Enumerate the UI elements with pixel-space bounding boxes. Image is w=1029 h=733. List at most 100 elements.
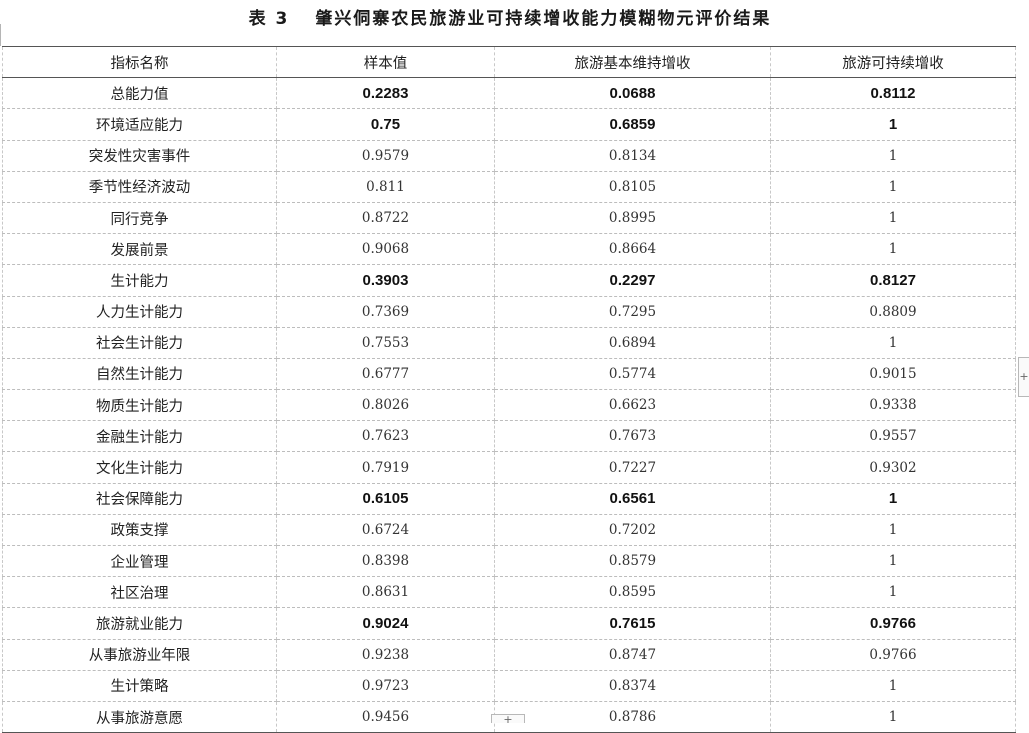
- basic-maintenance-cell: 0.6623: [494, 389, 771, 422]
- table-row: 季节性经济波动 0.811 0.8105 1: [2, 170, 1016, 203]
- sustainable-increase-cell: 0.9338: [770, 389, 1016, 422]
- header-sustainable-increase: 旅游可持续增收: [770, 45, 1016, 79]
- indicator-name-cell: 季节性经济波动: [2, 170, 277, 203]
- sample-value-cell: 0.7369: [276, 295, 495, 328]
- indicator-name-cell: 企业管理: [2, 544, 277, 578]
- indicator-name-cell: 突发性灾害事件: [2, 139, 277, 172]
- sample-value-cell: 0.8722: [276, 201, 495, 235]
- sample-value-cell: 0.8026: [276, 389, 495, 422]
- sample-value-cell: 0.7623: [276, 420, 495, 453]
- sustainable-increase-cell: 0.8112: [770, 77, 1016, 110]
- sample-value-cell: 0.9579: [276, 139, 495, 172]
- table-row: 从事旅游业年限 0.9238 0.8747 0.9766: [2, 638, 1016, 671]
- basic-maintenance-cell: 0.8595: [494, 576, 771, 609]
- sustainable-increase-cell: 1: [770, 233, 1016, 266]
- table-body: 总能力值 0.2283 0.0688 0.8112 环境适应能力 0.75 0.6859 1 突…: [2, 77, 1016, 733]
- basic-maintenance-cell: 0.6859: [494, 108, 771, 141]
- indicator-name-cell: 发展前景: [2, 233, 277, 266]
- basic-maintenance-cell: 0.5774: [494, 357, 771, 391]
- table-row: 金融生计能力 0.7623 0.7673 0.9557: [2, 420, 1016, 453]
- sample-value-cell: 0.9068: [276, 233, 495, 266]
- sustainable-increase-cell: 1: [770, 139, 1016, 172]
- sample-value-cell: 0.8398: [276, 544, 495, 578]
- row-add-handle[interactable]: +: [491, 714, 525, 725]
- sustainable-increase-cell: 1: [770, 544, 1016, 578]
- basic-maintenance-cell: 0.7673: [494, 420, 771, 453]
- header-basic-maintenance: 旅游基本维持增收: [494, 45, 771, 79]
- sample-value-cell: 0.6724: [276, 513, 495, 547]
- table-title: 表 3 肇兴侗寨农民旅游业可持续增收能力模糊物元评价结果: [0, 4, 1020, 29]
- sample-value-cell: 0.9238: [276, 638, 495, 671]
- sustainable-increase-cell: 1: [770, 513, 1016, 547]
- header-indicator-name: 指标名称: [2, 45, 277, 79]
- basic-maintenance-cell: 0.8664: [494, 233, 771, 266]
- table-row: 文化生计能力 0.7919 0.7227 0.9302: [2, 451, 1016, 484]
- table-row: 社会生计能力 0.7553 0.6894 1: [2, 326, 1016, 359]
- plus-icon: +: [1019, 370, 1029, 383]
- sample-value-cell: 0.811: [276, 170, 495, 203]
- table-row: 自然生计能力 0.6777 0.5774 0.9015: [2, 357, 1016, 391]
- basic-maintenance-cell: 0.8374: [494, 669, 771, 702]
- sustainable-increase-cell: 0.9766: [770, 638, 1016, 671]
- basic-maintenance-cell: 0.2297: [494, 264, 771, 297]
- basic-maintenance-cell: 0.8995: [494, 201, 771, 235]
- table-row: 突发性灾害事件 0.9579 0.8134 1: [2, 139, 1016, 172]
- sample-value-cell: 0.6105: [276, 482, 495, 515]
- basic-maintenance-cell: 0.7227: [494, 451, 771, 484]
- basic-maintenance-cell: 0.6894: [494, 326, 771, 359]
- indicator-name-cell: 金融生计能力: [2, 420, 277, 453]
- sustainable-increase-cell: 0.9766: [770, 607, 1016, 640]
- table-row: 社区治理 0.8631 0.8595 1: [2, 576, 1016, 609]
- basic-maintenance-cell: 0.7615: [494, 607, 771, 640]
- column-resize-handle[interactable]: +: [1018, 357, 1029, 397]
- indicator-name-cell: 从事旅游意愿: [2, 700, 277, 733]
- sample-value-cell: 0.8631: [276, 576, 495, 609]
- indicator-name-cell: 生计策略: [2, 669, 277, 702]
- table-row: 旅游就业能力 0.9024 0.7615 0.9766: [2, 607, 1016, 640]
- header-sample-value: 样本值: [276, 45, 495, 79]
- sustainable-increase-cell: 0.9302: [770, 451, 1016, 484]
- indicator-name-cell: 文化生计能力: [2, 451, 277, 484]
- table-row: 发展前景 0.9068 0.8664 1: [2, 233, 1016, 266]
- sample-value-cell: 0.9456: [276, 700, 495, 733]
- indicator-name-cell: 生计能力: [2, 264, 277, 297]
- sustainable-increase-cell: 1: [770, 170, 1016, 203]
- indicator-name-cell: 社会生计能力: [2, 326, 277, 359]
- table-row: 社会保障能力 0.6105 0.6561 1: [2, 482, 1016, 515]
- basic-maintenance-cell: 0.7202: [494, 513, 771, 547]
- basic-maintenance-cell: 0.8579: [494, 544, 771, 578]
- table-row: 总能力值 0.2283 0.0688 0.8112: [2, 77, 1016, 110]
- sustainable-increase-cell: 0.8809: [770, 295, 1016, 328]
- table-row: 同行竞争 0.8722 0.8995 1: [2, 201, 1016, 235]
- sample-value-cell: 0.9024: [276, 607, 495, 640]
- table-header-row: 指标名称 样本值 旅游基本维持增收 旅游可持续增收: [2, 45, 1016, 79]
- indicator-name-cell: 自然生计能力: [2, 357, 277, 391]
- basic-maintenance-cell: 0.8747: [494, 638, 771, 671]
- indicator-name-cell: 物质生计能力: [2, 389, 277, 422]
- indicator-name-cell: 社会保障能力: [2, 482, 277, 515]
- basic-maintenance-cell: 0.8134: [494, 139, 771, 172]
- indicator-name-cell: 旅游就业能力: [2, 607, 277, 640]
- sustainable-increase-cell: 0.9557: [770, 420, 1016, 453]
- sustainable-increase-cell: 1: [770, 201, 1016, 235]
- basic-maintenance-cell: 0.0688: [494, 77, 771, 110]
- indicator-name-cell: 环境适应能力: [2, 108, 277, 141]
- table-row: 物质生计能力 0.8026 0.6623 0.9338: [2, 389, 1016, 422]
- sustainable-increase-cell: 0.8127: [770, 264, 1016, 297]
- sample-value-cell: 0.75: [276, 108, 495, 141]
- sustainable-increase-cell: 0.9015: [770, 357, 1016, 391]
- indicator-name-cell: 政策支撑: [2, 513, 277, 547]
- indicator-name-cell: 从事旅游业年限: [2, 638, 277, 671]
- basic-maintenance-cell: 0.8786: [494, 700, 771, 733]
- indicator-name-cell: 人力生计能力: [2, 295, 277, 328]
- sustainable-increase-cell: 1: [770, 326, 1016, 359]
- sustainable-increase-cell: 1: [770, 482, 1016, 515]
- basic-maintenance-cell: 0.8105: [494, 170, 771, 203]
- table-row: 人力生计能力 0.7369 0.7295 0.8809: [2, 295, 1016, 328]
- indicator-name-cell: 同行竞争: [2, 201, 277, 235]
- table-number: 表 3: [248, 9, 290, 29]
- table-row: 生计能力 0.3903 0.2297 0.8127: [2, 264, 1016, 297]
- table-row: 生计策略 0.9723 0.8374 1: [2, 669, 1016, 702]
- sample-value-cell: 0.2283: [276, 77, 495, 110]
- sample-value-cell: 0.7553: [276, 326, 495, 359]
